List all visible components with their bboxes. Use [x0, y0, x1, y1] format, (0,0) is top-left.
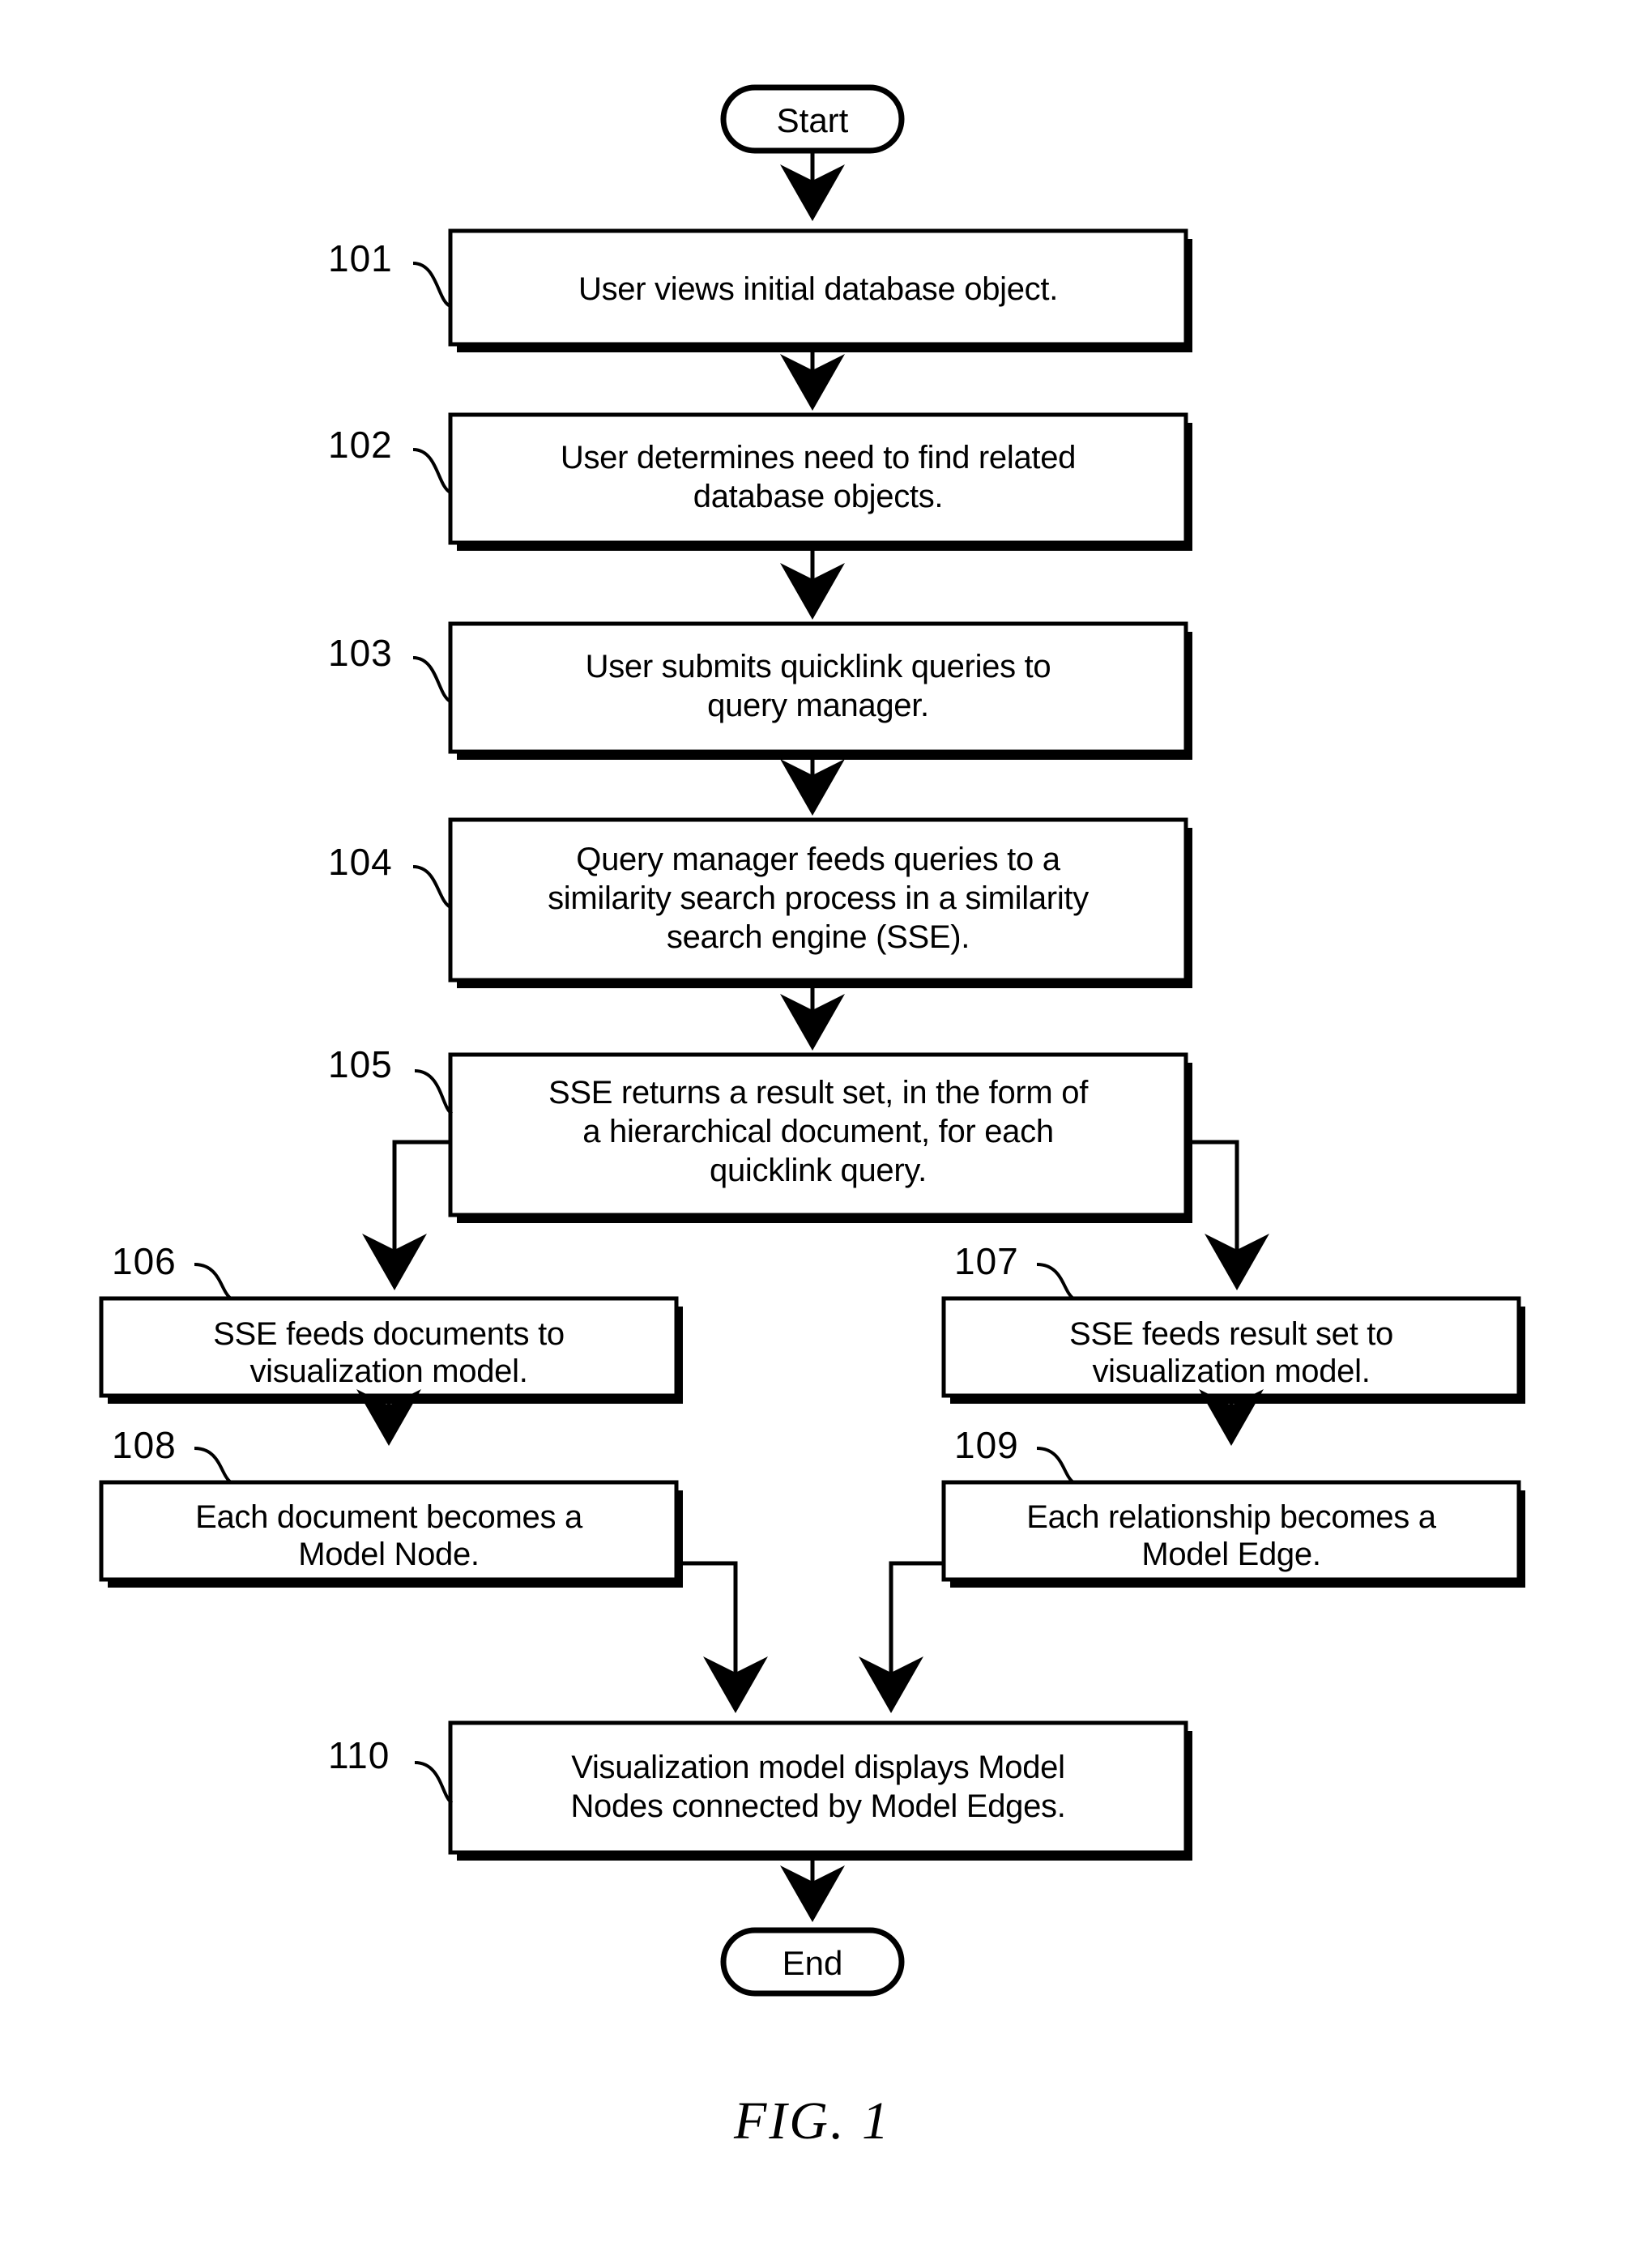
step-box-102: User determines need to find related dat…: [448, 412, 1192, 551]
ref-label-106: 106: [112, 1240, 177, 1282]
step-103-line-1: query manager.: [707, 688, 929, 723]
connector-105-to-107: [1186, 1140, 1269, 1290]
step-box-101: User views initial database object.: [448, 228, 1192, 352]
ref-label-105: 105: [328, 1043, 393, 1085]
ref-label-101: 101: [328, 237, 393, 279]
step-102-line-1: database objects.: [693, 479, 943, 514]
step-107-line-0: SSE feeds result set to: [1069, 1316, 1393, 1352]
ref-label-110: 110: [328, 1734, 390, 1776]
step-box-108: Each document becomes a Model Node.: [99, 1480, 683, 1588]
step-box-104: Query manager feeds queries to a similar…: [448, 817, 1192, 988]
terminal-end: End: [720, 1927, 905, 1997]
step-108-line-0: Each document becomes a: [195, 1499, 583, 1535]
patent-figure: Start User views initial database object…: [0, 0, 1629, 2268]
step-109-line-1: Model Edge.: [1141, 1537, 1320, 1572]
ref-marker-110: 110: [328, 1734, 454, 1805]
step-box-105: SSE returns a result set, in the form of…: [448, 1052, 1192, 1223]
ref-label-108: 108: [112, 1424, 177, 1466]
step-104-line-0: Query manager feeds queries to a: [576, 842, 1060, 877]
ref-marker-107: 107: [954, 1240, 1075, 1300]
step-101-line-0: User views initial database object.: [578, 271, 1058, 307]
step-box-109: Each relationship becomes a Model Edge.: [941, 1480, 1525, 1588]
step-110-line-1: Nodes connected by Model Edges.: [570, 1788, 1065, 1824]
step-105-line-1: a hierarchical document, for each: [582, 1114, 1054, 1149]
ref-marker-108: 108: [112, 1424, 232, 1484]
ref-marker-103: 103: [328, 632, 452, 703]
step-105-line-2: quicklink query.: [710, 1153, 927, 1188]
ref-marker-105: 105: [328, 1043, 454, 1115]
step-108-line-1: Model Node.: [298, 1537, 480, 1572]
ref-marker-109: 109: [954, 1424, 1075, 1484]
ref-marker-106: 106: [112, 1240, 232, 1300]
step-109-line-0: Each relationship becomes a: [1026, 1499, 1437, 1535]
terminal-start-label: Start: [777, 101, 849, 139]
ref-marker-102: 102: [328, 424, 452, 494]
step-box-103: User submits quicklink queries to query …: [448, 621, 1192, 760]
step-106-line-1: visualization model.: [249, 1354, 527, 1389]
step-102-line-0: User determines need to find related: [561, 440, 1076, 475]
figure-caption: FIG. 1: [733, 2091, 891, 2151]
step-104-line-1: similarity search process in a similarit…: [548, 880, 1089, 916]
step-107-line-1: visualization model.: [1092, 1354, 1370, 1389]
step-box-106: SSE feeds documents to visualization mod…: [99, 1296, 683, 1404]
connector-109-to-110: [859, 1561, 944, 1713]
ref-marker-104: 104: [328, 841, 452, 909]
step-box-110: Visualization model displays Model Nodes…: [448, 1720, 1192, 1861]
ref-label-104: 104: [328, 841, 393, 883]
flowchart-canvas: Start User views initial database object…: [99, 84, 1525, 2151]
step-110-line-0: Visualization model displays Model: [571, 1750, 1064, 1785]
step-104-line-2: search engine (SSE).: [667, 919, 970, 955]
ref-label-103: 103: [328, 632, 393, 674]
terminal-start: Start: [720, 84, 905, 154]
step-box-107: SSE feeds result set to visualization mo…: [941, 1296, 1525, 1404]
ref-label-109: 109: [954, 1424, 1019, 1466]
terminal-end-label: End: [783, 1944, 843, 1982]
ref-marker-101: 101: [328, 237, 452, 308]
ref-label-102: 102: [328, 424, 393, 466]
connector-105-to-106: [362, 1140, 450, 1290]
connector-108-to-110: [676, 1561, 768, 1713]
step-106-line-0: SSE feeds documents to: [213, 1316, 565, 1352]
step-103-line-0: User submits quicklink queries to: [586, 649, 1051, 684]
step-105-line-0: SSE returns a result set, in the form of: [548, 1075, 1089, 1111]
ref-label-107: 107: [954, 1240, 1019, 1282]
